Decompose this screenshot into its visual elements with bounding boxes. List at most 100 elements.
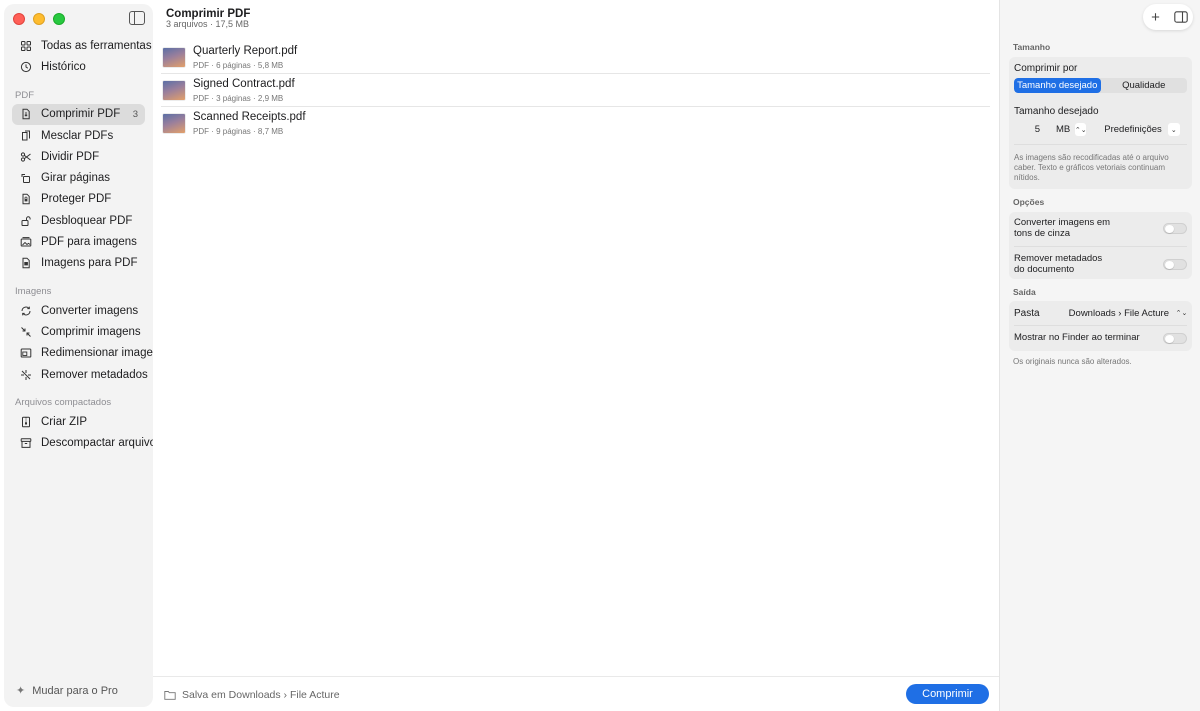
image-document-icon xyxy=(20,257,32,269)
sidebar-item-compress-pdf[interactable]: Comprimir PDF 3 xyxy=(12,103,145,125)
clock-icon xyxy=(20,61,32,73)
segment-target-size[interactable]: Tamanho desejado xyxy=(1014,78,1101,93)
compress-by-label: Comprimir por xyxy=(1014,63,1078,74)
zip-icon xyxy=(20,416,32,428)
zoom-window-button[interactable] xyxy=(53,13,65,25)
photo-stack-icon xyxy=(20,236,32,248)
folder-icon xyxy=(164,690,176,700)
grayscale-option: Converter imagens em tons de cinza xyxy=(1014,217,1187,240)
sidebar-item-protect-pdf[interactable]: Proteger PDF xyxy=(12,189,145,210)
sidebar-item-images-to-pdf[interactable]: Imagens para PDF xyxy=(12,253,145,274)
main-content: Comprimir PDF 3 arquivos · 17,5 MB Quart… xyxy=(153,0,999,711)
grayscale-toggle[interactable] xyxy=(1163,223,1187,234)
sidebar-item-label: Proteger PDF xyxy=(41,193,112,206)
sidebar-item-merge-pdfs[interactable]: Mesclar PDFs xyxy=(12,125,145,146)
sparkle-remove-icon xyxy=(20,369,32,381)
file-count-badge: 3 xyxy=(132,108,138,120)
list-item[interactable]: Signed Contract.pdf PDF · 3 páginas · 2,… xyxy=(161,74,990,107)
sidebar-item-history[interactable]: Histórico xyxy=(12,56,145,77)
document-compress-icon xyxy=(20,108,32,120)
originals-note: Os originais nunca são alterados. xyxy=(1013,357,1132,366)
page-subtitle: 3 arquivos · 17,5 MB xyxy=(166,19,250,29)
divider xyxy=(1014,246,1187,247)
sidebar-list: Todas as ferramentas Histórico PDF Compr… xyxy=(12,35,165,454)
sidebar-section-pdf: PDF xyxy=(15,89,34,101)
sidebar-item-remove-metadata[interactable]: Remover metadados xyxy=(12,364,148,385)
merge-icon xyxy=(20,130,32,142)
metadata-toggle[interactable] xyxy=(1163,259,1187,270)
sidebar-item-convert-images[interactable]: Converter imagens xyxy=(12,300,145,321)
updown-chevron-icon: ⌃⌄ xyxy=(1175,310,1188,317)
divider xyxy=(1014,144,1187,145)
upgrade-pro-link[interactable]: ✦ Mudar para o Pro xyxy=(16,684,118,698)
sidebar-item-split-pdf[interactable]: Dividir PDF xyxy=(12,146,145,167)
inspector-panel: + Tamanho Comprimir por Tamanho desejado… xyxy=(999,0,1200,711)
target-size-row: 5 MB ⌃⌄ Predefinições ⌄ xyxy=(1014,123,1187,136)
close-window-button[interactable] xyxy=(13,13,25,25)
main-footer: Salva em Downloads › File Acture Comprim… xyxy=(153,676,999,711)
file-meta: PDF · 3 páginas · 2,9 MB xyxy=(193,93,284,103)
finder-label: Mostrar no Finder ao terminar xyxy=(1014,332,1140,344)
segment-quality[interactable]: Qualidade xyxy=(1101,78,1188,93)
finder-option: Mostrar no Finder ao terminar xyxy=(1014,326,1187,351)
sidebar-item-create-zip[interactable]: Criar ZIP xyxy=(12,411,145,432)
presets-label[interactable]: Predefinições xyxy=(1104,124,1162,135)
target-size-unit: MB xyxy=(1056,124,1071,135)
sidebar-item-compress-images[interactable]: Comprimir imagens xyxy=(12,321,145,342)
resize-icon xyxy=(20,347,32,359)
sidebar-item-all-tools[interactable]: Todas as ferramentas xyxy=(12,35,152,56)
compress-arrows-icon xyxy=(20,326,32,338)
sidebar-item-resize-images[interactable]: Redimensionar imagens xyxy=(12,343,165,364)
sidebar-item-label: Descompactar arquivo xyxy=(41,437,157,450)
app-window: Todas as ferramentas Histórico PDF Compr… xyxy=(0,0,1200,711)
file-name: Signed Contract.pdf xyxy=(193,77,295,90)
file-name: Scanned Receipts.pdf xyxy=(193,111,306,123)
pdf-thumbnail xyxy=(163,114,185,133)
compress-by-control: Tamanho desejado Qualidade xyxy=(1014,78,1187,93)
folder-label: Pasta xyxy=(1014,307,1040,319)
sparkle-icon: ✦ xyxy=(16,685,26,697)
sidebar-section-archives: Arquivos compactados xyxy=(15,397,112,409)
list-item[interactable]: Scanned Receipts.pdf PDF · 9 páginas · 8… xyxy=(161,107,990,140)
sidebar-item-label: Imagens para PDF xyxy=(41,257,138,270)
rotate-icon xyxy=(20,172,32,184)
sidebar-section-images: Imagens xyxy=(15,285,52,297)
size-help-text: As imagens são recodificadas até o arqui… xyxy=(1014,153,1169,182)
target-size-label: Tamanho desejado xyxy=(1014,106,1099,117)
sidebar-item-label: Redimensionar imagens xyxy=(41,347,166,360)
sidebar-item-label: Todas as ferramentas xyxy=(41,39,152,52)
file-meta: PDF · 9 páginas · 8,7 MB xyxy=(193,127,284,136)
inspector-toggle-icon[interactable] xyxy=(1172,8,1190,26)
pdf-thumbnail xyxy=(163,47,185,67)
lock-document-icon xyxy=(20,193,32,205)
output-card: Pasta Downloads › File Acture ⌃⌄ Mostrar… xyxy=(1009,301,1192,351)
upgrade-pro-label: Mudar para o Pro xyxy=(32,684,118,697)
add-icon[interactable]: + xyxy=(1147,8,1165,26)
target-size-value[interactable]: 5 xyxy=(1014,124,1040,135)
sidebar-item-pdf-to-images[interactable]: PDF para imagens xyxy=(12,231,145,252)
metadata-label: Remover metadados do documento xyxy=(1014,253,1103,275)
minimize-window-button[interactable] xyxy=(33,13,45,25)
chevron-down-icon[interactable]: ⌄ xyxy=(1167,123,1180,136)
output-section-title: Saída xyxy=(1013,287,1036,297)
sidebar-item-label: Mesclar PDFs xyxy=(41,129,114,142)
compress-button[interactable]: Comprimir xyxy=(906,684,989,704)
save-location-label: Salva em Downloads › File Acture xyxy=(182,689,340,701)
size-stepper-icon[interactable]: ⌃⌄ xyxy=(1075,123,1087,136)
list-item[interactable]: Quarterly Report.pdf PDF · 6 páginas · 5… xyxy=(161,41,990,74)
finder-toggle[interactable] xyxy=(1163,333,1187,344)
sidebar-item-label: Desbloquear PDF xyxy=(41,214,133,227)
folder-picker[interactable]: Downloads › File Acture ⌃⌄ xyxy=(1069,307,1188,320)
unlock-icon xyxy=(20,215,32,227)
sidebar-item-label: Histórico xyxy=(41,60,86,73)
sidebar-toggle-icon[interactable] xyxy=(129,11,145,25)
archive-box-icon xyxy=(20,437,32,449)
sidebar-item-rotate-pages[interactable]: Girar páginas xyxy=(12,167,145,188)
options-card: Converter imagens em tons de cinza Remov… xyxy=(1009,212,1192,279)
save-location[interactable]: Salva em Downloads › File Acture xyxy=(164,689,340,701)
sidebar-item-label: Comprimir PDF xyxy=(41,108,121,121)
size-section-title: Tamanho xyxy=(1013,42,1051,52)
sidebar-item-extract-archive[interactable]: Descompactar arquivo xyxy=(12,432,156,453)
sidebar-item-unlock-pdf[interactable]: Desbloquear PDF xyxy=(12,210,145,231)
sidebar-item-label: Girar páginas xyxy=(41,172,111,185)
